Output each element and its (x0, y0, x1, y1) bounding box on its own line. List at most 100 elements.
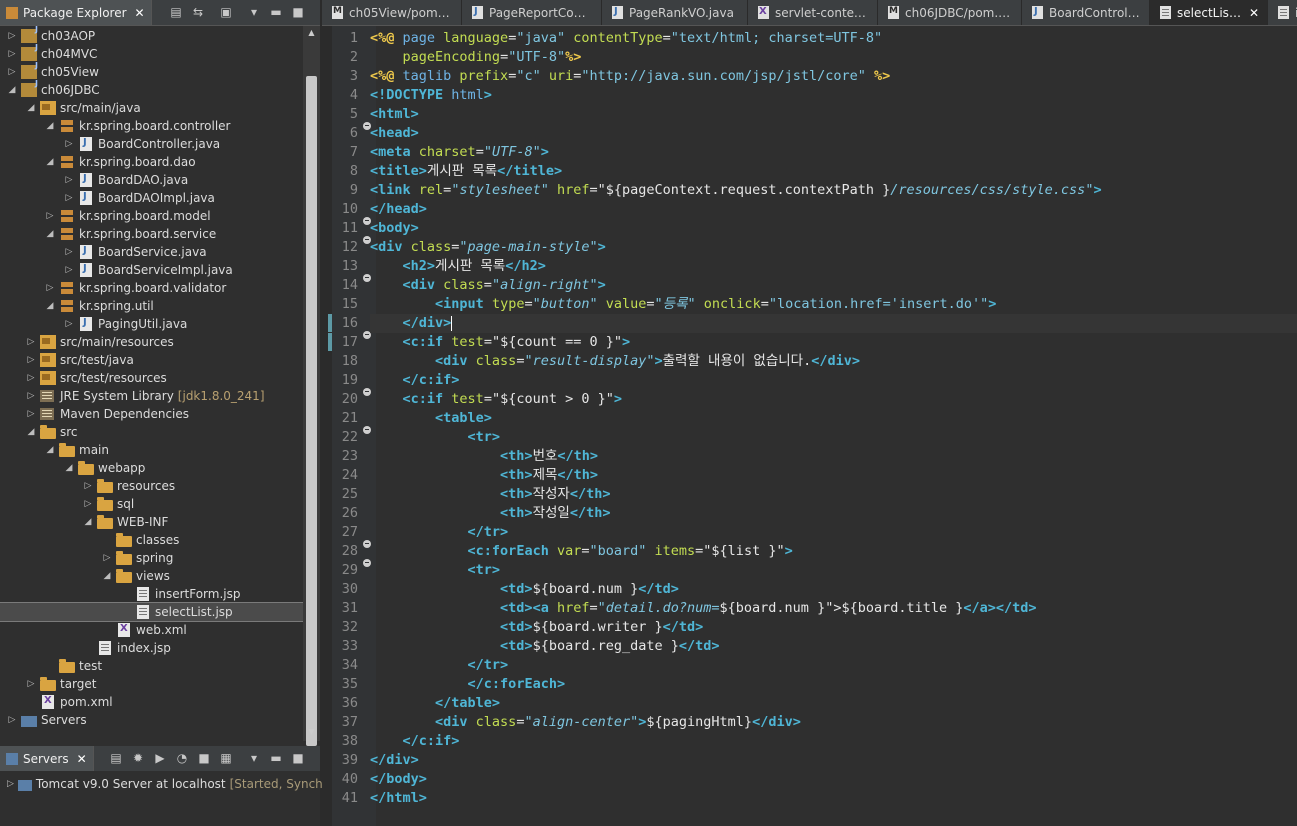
collapsed-arrow-icon[interactable]: ▷ (45, 283, 55, 293)
editor-tab[interactable]: BoardController.java (1022, 0, 1150, 25)
tree-item[interactable]: ▷ sql (0, 495, 303, 513)
code-area[interactable]: <%@ page language="java" contentType="te… (370, 26, 1297, 826)
tree-item[interactable]: test (0, 657, 303, 675)
tree-item[interactable]: ▷ src/test/resources (0, 369, 303, 387)
tree-item[interactable]: ◢ views (0, 567, 303, 585)
collapsed-arrow-icon[interactable]: ▷ (7, 49, 17, 59)
tree-item[interactable]: ▷ ch04MVC (0, 43, 303, 63)
tree-scrollbar[interactable]: ▲ ▼ (303, 26, 320, 746)
minimize-icon[interactable]: ▬ (268, 4, 284, 20)
collapsed-arrow-icon[interactable]: ▷ (26, 409, 36, 419)
tree-item[interactable]: ▷ src/main/resources (0, 333, 303, 351)
scroll-down-icon[interactable]: ▼ (306, 727, 317, 739)
tree-item[interactable]: ▷ Servers (0, 711, 303, 729)
close-icon[interactable]: ✕ (1249, 6, 1259, 20)
tree-item[interactable]: ◢ kr.spring.board.dao (0, 153, 303, 171)
tree-item[interactable]: classes (0, 531, 303, 549)
collapse-all-icon[interactable]: ▤ (168, 4, 184, 20)
expanded-arrow-icon[interactable]: ◢ (45, 301, 55, 311)
package-explorer-tab[interactable]: Package Explorer ✕ (0, 0, 152, 25)
debug-icon[interactable]: ✹ (130, 750, 146, 766)
tree-item[interactable]: pom.xml (0, 693, 303, 711)
expanded-arrow-icon[interactable]: ◢ (26, 427, 36, 437)
scroll-up-icon[interactable]: ▲ (306, 28, 317, 40)
tree-item[interactable]: index.jsp (0, 639, 303, 657)
collapsed-arrow-icon[interactable]: ▷ (64, 139, 74, 149)
tree-item[interactable]: ◢ webapp (0, 459, 303, 477)
tree-item[interactable]: ▷ BoardDAO.java (0, 171, 303, 189)
collapsed-arrow-icon[interactable]: ▷ (26, 679, 36, 689)
collapsed-arrow-icon[interactable]: ▷ (26, 373, 36, 383)
tree-item[interactable]: ◢ main (0, 441, 303, 459)
tree-item[interactable]: ◢ kr.spring.board.controller (0, 117, 303, 135)
publish-icon[interactable]: ▦ (218, 750, 234, 766)
expanded-arrow-icon[interactable]: ◢ (64, 463, 74, 473)
tree-item[interactable]: ▷ kr.spring.board.model (0, 207, 303, 225)
close-icon[interactable]: ✕ (77, 752, 87, 766)
editor-tab[interactable]: selectList.jsp ✕ (1150, 0, 1268, 25)
tree-item[interactable]: ◢ ch06JDBC (0, 79, 303, 99)
tree-item[interactable]: web.xml (0, 621, 303, 639)
collapsed-arrow-icon[interactable]: ▷ (26, 355, 36, 365)
collapsed-arrow-icon[interactable]: ▷ (102, 553, 112, 563)
tree-item[interactable]: ▷ BoardService.java (0, 243, 303, 261)
tree-item[interactable]: ▷ PagingUtil.java (0, 315, 303, 333)
tree-item[interactable]: ◢ src/main/java (0, 99, 303, 117)
close-icon[interactable]: ✕ (135, 6, 145, 20)
editor-tab[interactable]: servlet-context.xml (748, 0, 878, 25)
servers-tab[interactable]: Servers ✕ (0, 746, 94, 771)
stop-icon[interactable]: ■ (196, 750, 212, 766)
focus-icon[interactable]: ▣ (218, 4, 234, 20)
tree-item[interactable]: ▷ BoardController.java (0, 135, 303, 153)
tree-item[interactable]: ▷ ch05View (0, 61, 303, 81)
collapsed-arrow-icon[interactable]: ▷ (26, 391, 36, 401)
tree-item[interactable]: ▷ BoardServiceImpl.java (0, 261, 303, 279)
collapsed-arrow-icon[interactable]: ▷ (7, 779, 14, 789)
maximize-icon[interactable]: ■ (290, 750, 306, 766)
tree-item[interactable]: ◢ kr.spring.util (0, 297, 303, 315)
tree-item[interactable]: ▷ kr.spring.board.validator (0, 279, 303, 297)
editor-tab[interactable]: PageReportController.java (462, 0, 602, 25)
collapsed-arrow-icon[interactable]: ▷ (64, 265, 74, 275)
tree-item[interactable]: ▷ Maven Dependencies (0, 405, 303, 423)
maximize-icon[interactable]: ■ (290, 4, 306, 20)
tree-item[interactable]: ◢ src (0, 423, 303, 441)
collapsed-arrow-icon[interactable]: ▷ (26, 337, 36, 347)
link-with-editor-icon[interactable]: ⇆ (190, 4, 206, 20)
tree-item[interactable]: insertForm.jsp (0, 585, 303, 603)
editor-tab[interactable]: ch05View/pom.xml (322, 0, 462, 25)
start-icon[interactable]: ▶ (152, 750, 168, 766)
tree-item[interactable]: ▷ ch03AOP (0, 26, 303, 45)
scrollbar-thumb[interactable] (306, 76, 317, 746)
tree-item[interactable]: selectList.jsp (0, 602, 303, 622)
expanded-arrow-icon[interactable]: ◢ (83, 517, 93, 527)
tree-item[interactable]: ▷ JRE System Library [jdk1.8.0_241] (0, 387, 303, 405)
view-menu-icon[interactable]: ▾ (246, 750, 262, 766)
server-item[interactable]: ▷ Tomcat v9.0 Server at localhost [Started… (0, 775, 327, 793)
tree-item[interactable]: ▷ resources (0, 477, 303, 495)
view-menu-icon[interactable]: ▾ (246, 4, 262, 20)
expanded-arrow-icon[interactable]: ◢ (45, 157, 55, 167)
editor-tab[interactable]: ch06JDBC/pom.xml (878, 0, 1022, 25)
collapsed-arrow-icon[interactable]: ▷ (7, 715, 17, 725)
collapsed-arrow-icon[interactable]: ▷ (83, 481, 93, 491)
minimize-icon[interactable]: ▬ (268, 750, 284, 766)
editor-tab[interactable]: index.jsp (1268, 0, 1297, 25)
collapsed-arrow-icon[interactable]: ▷ (64, 175, 74, 185)
collapse-icon[interactable]: ▤ (108, 750, 124, 766)
tree-item[interactable]: ▷ target (0, 675, 303, 693)
collapsed-arrow-icon[interactable]: ▷ (64, 319, 74, 329)
code-editor[interactable]: 1 2 3 4 5 6 7 8 9 10 11 12 13 14 15 16 17 18 19 20 21 22 23 24 2… (322, 26, 1297, 826)
expanded-arrow-icon[interactable]: ◢ (45, 121, 55, 131)
tree-item[interactable]: ▷ BoardDAOImpl.java (0, 189, 303, 207)
editor-tab[interactable]: PageRankVO.java (602, 0, 748, 25)
tree-item[interactable]: ▷ src/test/java (0, 351, 303, 369)
tree-item[interactable]: ◢ WEB-INF (0, 513, 303, 531)
expanded-arrow-icon[interactable]: ◢ (7, 85, 17, 95)
tree-item[interactable]: ▷ spring (0, 549, 303, 567)
collapsed-arrow-icon[interactable]: ▷ (83, 499, 93, 509)
expanded-arrow-icon[interactable]: ◢ (45, 229, 55, 239)
collapsed-arrow-icon[interactable]: ▷ (64, 247, 74, 257)
expanded-arrow-icon[interactable]: ◢ (45, 445, 55, 455)
collapsed-arrow-icon[interactable]: ▷ (64, 193, 74, 203)
